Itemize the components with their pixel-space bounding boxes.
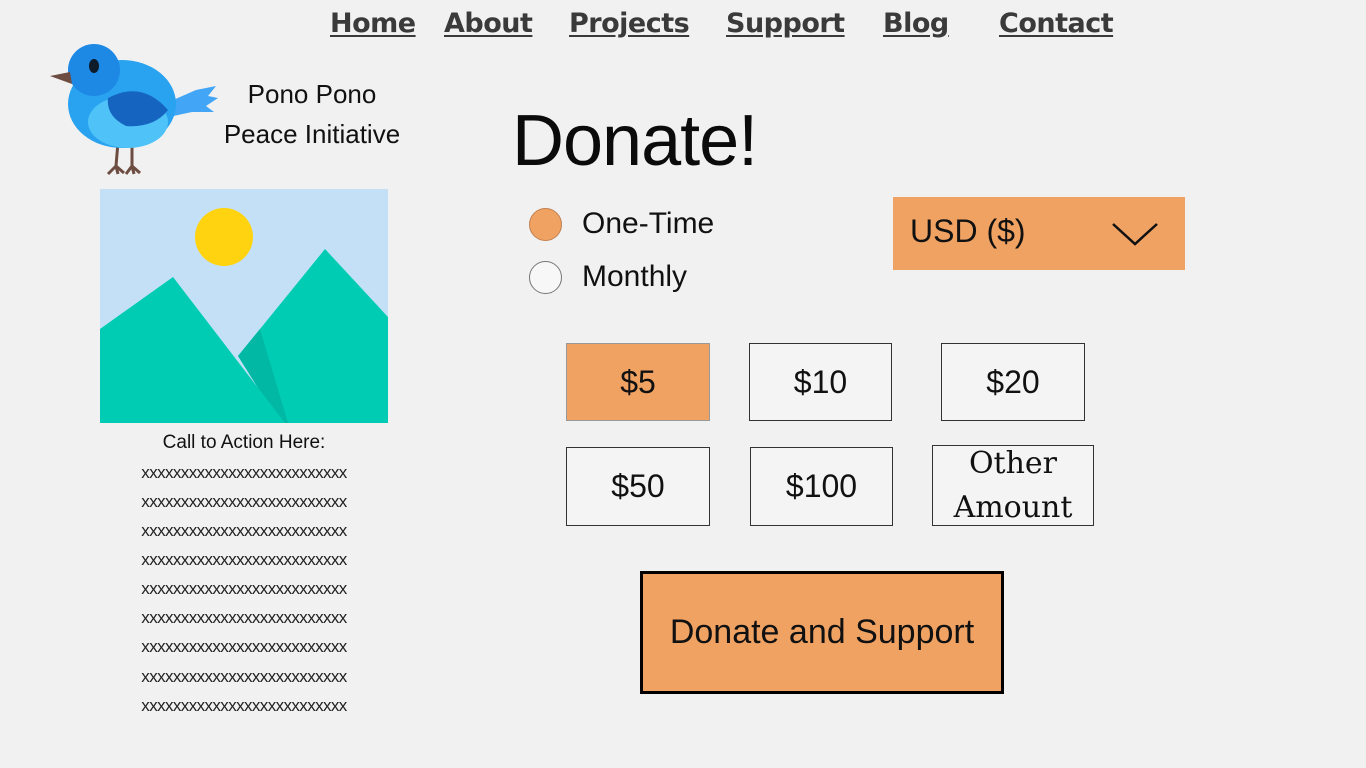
amount-other-line2: Amount — [953, 489, 1073, 525]
donate-submit-button[interactable]: Donate and Support — [640, 571, 1004, 694]
radio-button[interactable] — [529, 208, 562, 241]
amount-other-button[interactable]: Other Amount — [932, 445, 1094, 526]
currency-select[interactable]: USD ($) — [893, 197, 1185, 270]
nav-blog-link[interactable]: Blog — [883, 8, 949, 39]
nav-projects-link[interactable]: Projects — [569, 8, 690, 39]
nav-about-link[interactable]: About — [444, 8, 533, 39]
cta-text-line: xxxxxxxxxxxxxxxxxxxxxxxxxx — [141, 608, 347, 627]
cta-text-line: xxxxxxxxxxxxxxxxxxxxxxxxxx — [141, 492, 347, 511]
cta-title: Call to Action Here: — [162, 432, 326, 453]
bird-icon[interactable] — [46, 40, 222, 176]
amount-50-button[interactable]: $50 — [566, 447, 710, 526]
cta-text-line: xxxxxxxxxxxxxxxxxxxxxxxxxx — [141, 667, 347, 686]
amount-5-button[interactable]: $5 — [566, 343, 710, 421]
cta-text-line: xxxxxxxxxxxxxxxxxxxxxxxxxx — [141, 579, 347, 598]
radio-label: One-Time — [582, 207, 715, 240]
cta-text-line: xxxxxxxxxxxxxxxxxxxxxxxxxx — [141, 521, 347, 540]
radio-label: Monthly — [582, 260, 688, 293]
image-placeholder-icon — [100, 189, 388, 423]
cta-text-line: xxxxxxxxxxxxxxxxxxxxxxxxxx — [141, 637, 347, 656]
currency-value: USD ($) — [910, 213, 1026, 249]
amount-100-button[interactable]: $100 — [750, 447, 893, 526]
organization-name: Pono Pono Peace Initiative — [214, 74, 410, 154]
amount-10-button[interactable]: $10 — [749, 343, 892, 421]
organization-name-line2: Peace Initiative — [223, 119, 401, 149]
chevron-down-icon — [1112, 223, 1158, 246]
page-title: Donate! — [512, 101, 758, 181]
nav-support-link[interactable]: Support — [726, 8, 845, 39]
nav-home-link[interactable]: Home — [330, 8, 416, 39]
organization-name-line1: Pono Pono — [247, 79, 377, 109]
radio-button[interactable] — [529, 261, 562, 294]
amount-other-line1: Other — [968, 445, 1058, 481]
nav-contact-link[interactable]: Contact — [999, 8, 1114, 39]
cta-text-line: xxxxxxxxxxxxxxxxxxxxxxxxxx — [141, 550, 347, 569]
cta-text-line: xxxxxxxxxxxxxxxxxxxxxxxxxx — [141, 696, 347, 715]
cta-text-line: xxxxxxxxxxxxxxxxxxxxxxxxxx — [141, 463, 347, 482]
amount-20-button[interactable]: $20 — [941, 343, 1085, 421]
